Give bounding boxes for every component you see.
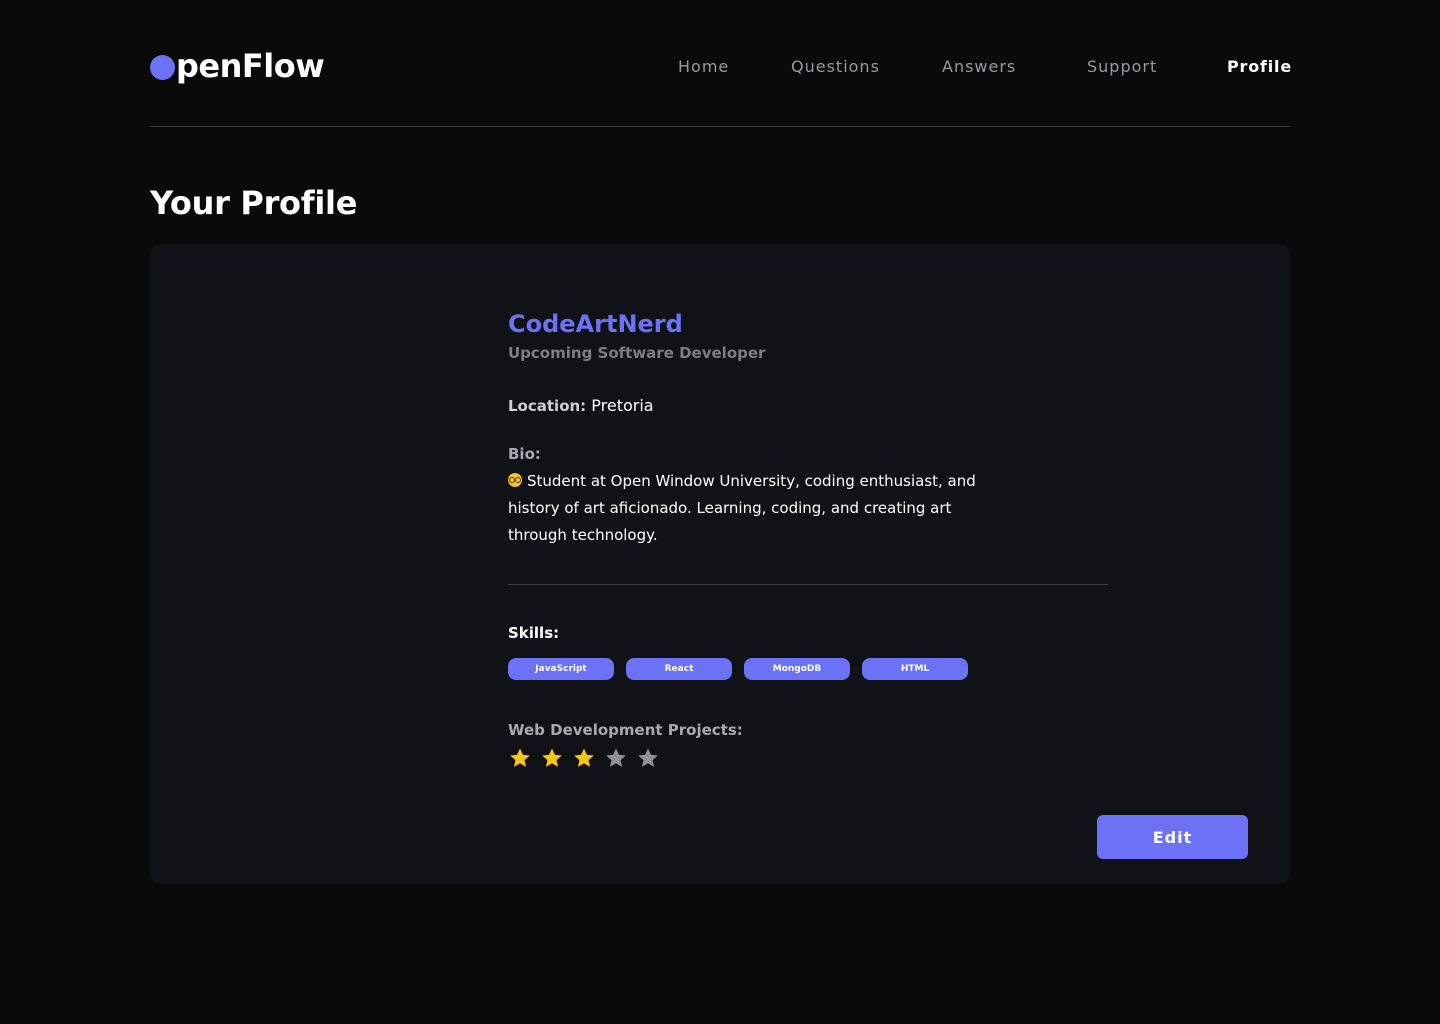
- projects-rating: [508, 746, 660, 770]
- nav-item-home[interactable]: Home: [678, 57, 729, 76]
- star-filled-icon: [510, 748, 530, 767]
- nav-item-profile[interactable]: Profile: [1227, 57, 1292, 76]
- header-divider: [150, 126, 1290, 127]
- logo[interactable]: penFlow: [150, 46, 325, 86]
- location-label: Location:: [508, 397, 587, 415]
- star-filled-icon: [542, 748, 562, 767]
- profile-username: CodeArtNerd: [508, 310, 683, 338]
- star-empty-icon: [606, 748, 626, 767]
- star-empty-icon: [638, 748, 658, 767]
- page-title: Your Profile: [150, 184, 358, 222]
- skill-chip-javascript: JavaScript: [508, 658, 614, 680]
- profile-divider: [508, 584, 1108, 585]
- projects-label: Web Development Projects:: [508, 721, 743, 739]
- nav-item-answers[interactable]: Answers: [942, 57, 1016, 76]
- skill-chip-html: HTML: [862, 658, 968, 680]
- skill-chip-react: React: [626, 658, 732, 680]
- logo-text: penFlow: [176, 47, 325, 85]
- profile-subtitle: Upcoming Software Developer: [508, 344, 766, 362]
- profile-location: Location: Pretoria: [508, 396, 654, 415]
- nerd-face-icon: [508, 473, 522, 487]
- nav-item-questions[interactable]: Questions: [791, 57, 880, 76]
- edit-button[interactable]: Edit: [1097, 815, 1248, 859]
- top-navigation: penFlow Home Questions Answers Support P…: [150, 40, 1292, 90]
- location-value: Pretoria: [591, 396, 654, 415]
- skill-chip-mongodb: MongoDB: [744, 658, 850, 680]
- skills-label: Skills:: [508, 624, 560, 642]
- logo-dot-icon: [150, 54, 175, 80]
- skills-list: JavaScript React MongoDB HTML: [508, 658, 968, 680]
- nav-item-support[interactable]: Support: [1087, 57, 1157, 76]
- profile-card: CodeArtNerd Upcoming Software Developer …: [150, 244, 1290, 884]
- star-filled-icon: [574, 748, 594, 767]
- bio-label: Bio:: [508, 445, 541, 463]
- bio-text-block: Student at Open Window University, codin…: [508, 468, 988, 549]
- bio-text: Student at Open Window University, codin…: [508, 472, 976, 544]
